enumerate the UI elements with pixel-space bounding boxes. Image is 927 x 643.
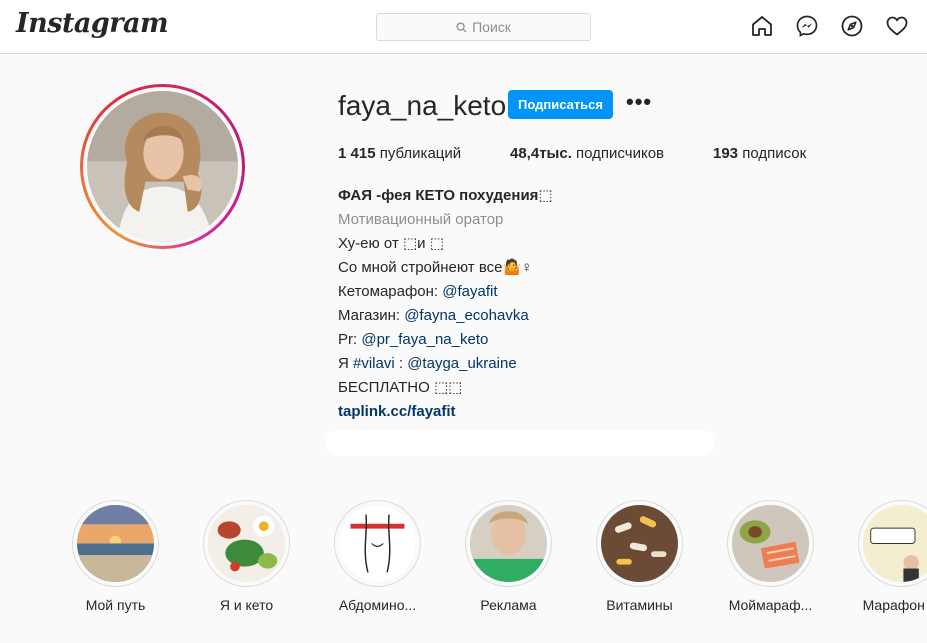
following-label: подписок bbox=[738, 145, 807, 162]
highlight-item[interactable]: Я и кето bbox=[181, 500, 312, 613]
bio-line: Магазин: @fayna_ecohavka bbox=[338, 304, 818, 328]
stat-followers[interactable]: 48,4тыс. подписчиков bbox=[510, 145, 713, 162]
bio-line: Я #vilavi : @tayga_ukraine bbox=[338, 352, 818, 376]
more-options-icon[interactable]: ••• bbox=[626, 91, 652, 113]
highlight-item[interactable]: Реклама bbox=[443, 500, 574, 613]
highlight-cover-salmon bbox=[732, 505, 809, 582]
highlight-label: Я и кето bbox=[219, 597, 274, 613]
website-link[interactable]: taplink.cc/fayafit bbox=[338, 403, 456, 420]
instagram-logo[interactable]: Instagram bbox=[16, 8, 169, 39]
bio-line: БЕСПЛАТНО ⬚⬚ bbox=[338, 379, 463, 396]
highlight-item[interactable]: Мой путь bbox=[50, 500, 181, 613]
highlight-label: Марафон ... bbox=[862, 597, 927, 613]
stat-following[interactable]: 193 подписок bbox=[713, 145, 806, 162]
bio-text: Я bbox=[338, 355, 353, 372]
highlight-label: Реклама bbox=[480, 597, 537, 613]
bio-text: Кетомарафон: bbox=[338, 283, 443, 300]
explore-icon[interactable] bbox=[840, 14, 864, 38]
bio-text: : bbox=[394, 355, 408, 372]
messenger-icon[interactable] bbox=[795, 14, 819, 38]
profile-bio: ФАЯ -фея КЕТО похудения⬚ Мотивационный о… bbox=[338, 184, 818, 424]
highlight-cover-vitamins bbox=[601, 505, 678, 582]
heart-icon[interactable] bbox=[885, 14, 909, 38]
hashtag-link[interactable]: #vilavi bbox=[353, 355, 395, 372]
search-icon bbox=[456, 21, 467, 33]
mention-link[interactable]: @fayna_ecohavka bbox=[404, 307, 528, 324]
highlight-cover-sketch bbox=[339, 505, 416, 582]
highlight-item[interactable]: Витамины bbox=[574, 500, 705, 613]
bio-line: Ху-ею от ⬚и ⬚ bbox=[338, 235, 444, 252]
highlight-label: Мой путь bbox=[85, 597, 146, 613]
highlight-item[interactable]: Марафон ... bbox=[836, 500, 927, 613]
bio-line: Со мной стройнеют все🤷♀ bbox=[338, 259, 533, 276]
highlight-label: Моймараф... bbox=[728, 597, 813, 613]
posts-label: публикаций bbox=[375, 145, 462, 162]
follow-button[interactable]: Подписаться bbox=[508, 90, 613, 119]
redacted-region bbox=[325, 430, 715, 456]
followers-count: 48,4тыс. bbox=[510, 145, 572, 162]
mention-link[interactable]: @tayga_ukraine bbox=[407, 355, 516, 372]
following-count: 193 bbox=[713, 145, 739, 162]
highlight-cover-sunset bbox=[77, 505, 154, 582]
profile-category: Мотивационный оратор bbox=[338, 211, 504, 228]
bio-line: Кетомарафон: @fayafit bbox=[338, 280, 818, 304]
highlight-cover-food bbox=[208, 505, 285, 582]
home-icon[interactable] bbox=[750, 14, 774, 38]
avatar-photo bbox=[87, 91, 238, 242]
highlight-label: Витамины bbox=[606, 597, 673, 613]
highlight-label: Абдомино... bbox=[338, 597, 417, 613]
bio-line: Pr: @pr_faya_na_keto bbox=[338, 328, 818, 352]
profile-username: faya_na_keto bbox=[338, 90, 507, 121]
highlight-item[interactable]: Моймараф... bbox=[705, 500, 836, 613]
mention-link[interactable]: @fayafit bbox=[442, 283, 497, 300]
followers-label: подписчиков bbox=[571, 145, 664, 162]
profile-stats: 1 415 публикаций 48,4тыс. подписчиков 19… bbox=[338, 145, 806, 162]
stat-posts: 1 415 публикаций bbox=[338, 145, 510, 162]
nav-icons bbox=[750, 14, 909, 38]
posts-count: 1 415 bbox=[338, 145, 376, 162]
top-navigation-bar: Instagram Поиск bbox=[0, 0, 927, 54]
profile-full-name: ФАЯ -фея КЕТО похудения⬚ bbox=[338, 187, 553, 204]
highlight-item[interactable]: Абдомино... bbox=[312, 500, 443, 613]
search-placeholder: Поиск bbox=[472, 19, 511, 35]
highlight-cover-person bbox=[470, 505, 547, 582]
bio-text: Магазин: bbox=[338, 307, 405, 324]
mention-link[interactable]: @pr_faya_na_keto bbox=[361, 331, 488, 348]
profile-avatar[interactable] bbox=[80, 84, 245, 249]
story-highlights: Мой путь Я и кето Абдомино... Реклама Ви… bbox=[50, 500, 927, 613]
highlight-cover-marathon bbox=[863, 505, 927, 582]
bio-text: Pr: bbox=[338, 331, 362, 348]
search-input[interactable]: Поиск bbox=[376, 13, 591, 41]
